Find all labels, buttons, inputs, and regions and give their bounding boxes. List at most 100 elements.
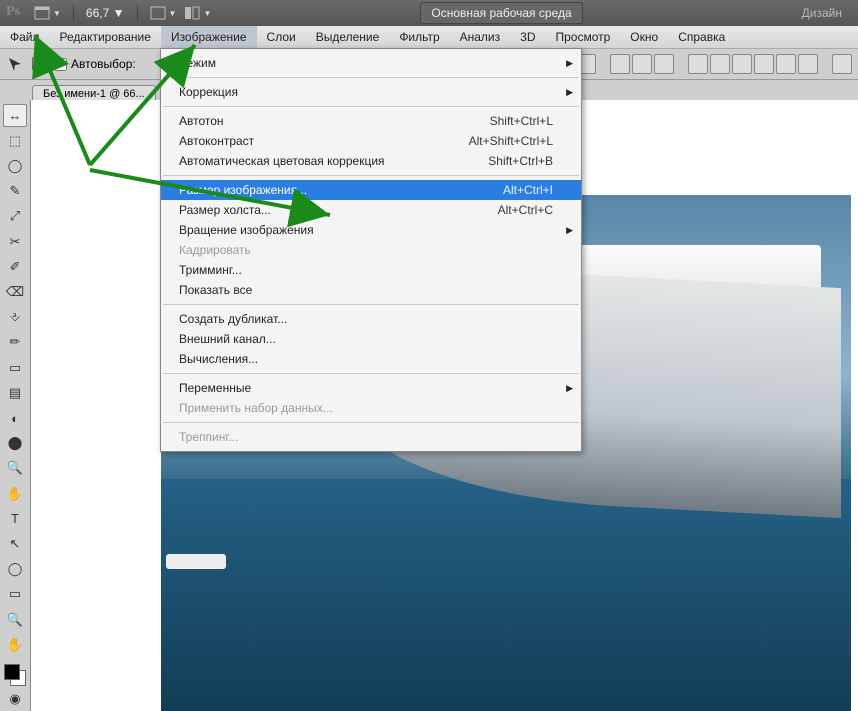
tool-button[interactable]: ◯ — [3, 154, 27, 177]
menu-item-4[interactable]: Выделение — [306, 26, 390, 48]
tool-button[interactable]: ↖ — [3, 532, 27, 555]
grip-icon[interactable] — [32, 57, 46, 71]
tool-button[interactable]: ⬚ — [3, 129, 27, 152]
tool-button[interactable]: ✋ — [3, 633, 27, 656]
menu-entry[interactable]: Тримминг... — [161, 260, 581, 280]
menu-entry[interactable]: Вычисления... — [161, 349, 581, 369]
menu-separator — [163, 304, 579, 305]
color-swatch[interactable] — [4, 664, 26, 685]
menu-entry[interactable]: Показать все — [161, 280, 581, 300]
menu-entry[interactable]: Коррекция — [161, 82, 581, 102]
distribute-button[interactable] — [776, 54, 796, 74]
menu-entry[interactable]: Переменные — [161, 378, 581, 398]
menu-entry-label: Внешний канал... — [179, 332, 276, 346]
menu-entry-label: Применить набор данных... — [179, 401, 333, 415]
quick-mask-button[interactable]: ◉ — [3, 688, 27, 711]
align-button[interactable] — [654, 54, 674, 74]
move-tool-icon — [6, 55, 24, 73]
menu-entry-label: Автоматическая цветовая коррекция — [179, 154, 385, 168]
align-button[interactable] — [632, 54, 652, 74]
auto-select-input[interactable] — [54, 58, 67, 71]
arrange-icon — [184, 6, 200, 20]
menu-entry[interactable]: Вращение изображения — [161, 220, 581, 240]
menu-entry: Треппинг... — [161, 427, 581, 447]
tool-button[interactable]: 🔍 — [3, 608, 27, 631]
menu-entry-shortcut: Alt+Ctrl+I — [503, 183, 553, 197]
distribute-button[interactable] — [688, 54, 708, 74]
chevron-down-icon: ▼ — [203, 9, 211, 18]
tool-button[interactable]: ✂ — [3, 230, 27, 253]
menu-item-10[interactable]: Справка — [668, 26, 735, 48]
menu-separator — [163, 106, 579, 107]
menu-entry[interactable]: АвтотонShift+Ctrl+L — [161, 111, 581, 131]
menu-entry-label: Режим — [179, 56, 216, 70]
auto-align-button[interactable] — [832, 54, 852, 74]
workspace-secondary-button[interactable]: Дизайн — [792, 3, 852, 23]
tool-button[interactable]: ▤ — [3, 381, 27, 404]
distribute-group — [688, 54, 818, 74]
menu-entry[interactable]: Внешний канал... — [161, 329, 581, 349]
tool-button[interactable]: T — [3, 507, 27, 530]
menu-entry-label: Треппинг... — [179, 430, 238, 444]
menu-item-3[interactable]: Слои — [257, 26, 306, 48]
chevron-down-icon: ▼ — [113, 6, 125, 20]
zoom-level[interactable]: 66,7 ▼ — [86, 6, 125, 20]
menu-entry-label: Размер изображения... — [179, 183, 307, 197]
distribute-button[interactable] — [798, 54, 818, 74]
menu-entry-label: Создать дубликат... — [179, 312, 287, 326]
menu-item-0[interactable]: Файл — [0, 26, 50, 48]
tool-button[interactable]: ▭ — [3, 356, 27, 379]
menu-entry-label: Коррекция — [179, 85, 238, 99]
tool-button[interactable]: ✋ — [3, 482, 27, 505]
arrange-dropdown[interactable]: ▼ — [184, 6, 211, 20]
menu-item-5[interactable]: Фильтр — [389, 26, 449, 48]
distribute-button[interactable] — [710, 54, 730, 74]
tool-button[interactable]: ↔ — [3, 104, 27, 127]
menu-item-8[interactable]: Просмотр — [545, 26, 620, 48]
menu-entry-shortcut: Alt+Ctrl+C — [498, 203, 553, 217]
tool-button[interactable]: ✏ — [3, 331, 27, 354]
menu-entry-label: Вычисления... — [179, 352, 258, 366]
auto-select-label: Автовыбор: — [71, 57, 136, 71]
tool-button[interactable]: ✎ — [3, 180, 27, 203]
tool-button[interactable]: ◐ — [3, 406, 27, 429]
menu-entry[interactable]: Размер холста... Alt+Ctrl+C — [161, 200, 581, 220]
image-menu-dropdown: Режим Коррекция АвтотонShift+Ctrl+LАвтокон… — [160, 48, 582, 452]
menu-separator — [163, 77, 579, 78]
menu-item-6[interactable]: Анализ — [450, 26, 511, 48]
tools-panel: ↔⬚◯✎⤢✂✐⌫⎀✏▭▤◐⬤🔍✋T↖◯▭🔍✋◉ — [0, 100, 31, 711]
distribute-button[interactable] — [754, 54, 774, 74]
screen-mode-dropdown[interactable]: ▼ — [150, 6, 177, 20]
layout-dropdown[interactable]: ▼ — [34, 6, 61, 20]
auto-select-checkbox[interactable]: Автовыбор: — [54, 57, 136, 71]
menubar: ФайлРедактированиеИзображениеСлоиВыделен… — [0, 26, 858, 49]
distribute-button[interactable] — [732, 54, 752, 74]
tool-button[interactable]: 🔍 — [3, 457, 27, 480]
menu-entry-label: Кадрировать — [179, 243, 251, 257]
menu-entry[interactable]: АвтоконтрастAlt+Shift+Ctrl+L — [161, 131, 581, 151]
tool-button[interactable]: ⬤ — [3, 432, 27, 455]
screen-icon — [150, 6, 166, 20]
app-logo: Ps — [6, 4, 26, 22]
auto-align-group — [832, 54, 852, 74]
menu-entry-shortcut: Shift+Ctrl+B — [488, 154, 553, 168]
menu-item-2[interactable]: Изображение — [161, 26, 257, 48]
tool-button[interactable]: ⎀ — [3, 306, 27, 329]
menu-entry[interactable]: Размер изображения... Alt+Ctrl+I — [161, 180, 581, 200]
workspace-primary-button[interactable]: Основная рабочая среда — [420, 2, 582, 24]
menu-item-9[interactable]: Окно — [620, 26, 668, 48]
menu-separator — [163, 422, 579, 423]
menu-item-1[interactable]: Редактирование — [50, 26, 161, 48]
tool-button[interactable]: ⤢ — [3, 205, 27, 228]
tool-button[interactable]: ▭ — [3, 583, 27, 606]
menu-entry[interactable]: Режим — [161, 53, 581, 73]
menu-item-7[interactable]: 3D — [510, 26, 545, 48]
menu-entry[interactable]: Создать дубликат... — [161, 309, 581, 329]
menu-entry-label: Размер холста... — [179, 203, 271, 217]
align-group-2 — [610, 54, 674, 74]
menu-entry[interactable]: Автоматическая цветовая коррекция Shift+C… — [161, 151, 581, 171]
align-button[interactable] — [610, 54, 630, 74]
tool-button[interactable]: ⌫ — [3, 280, 27, 303]
tool-button[interactable]: ✐ — [3, 255, 27, 278]
tool-button[interactable]: ◯ — [3, 558, 27, 581]
